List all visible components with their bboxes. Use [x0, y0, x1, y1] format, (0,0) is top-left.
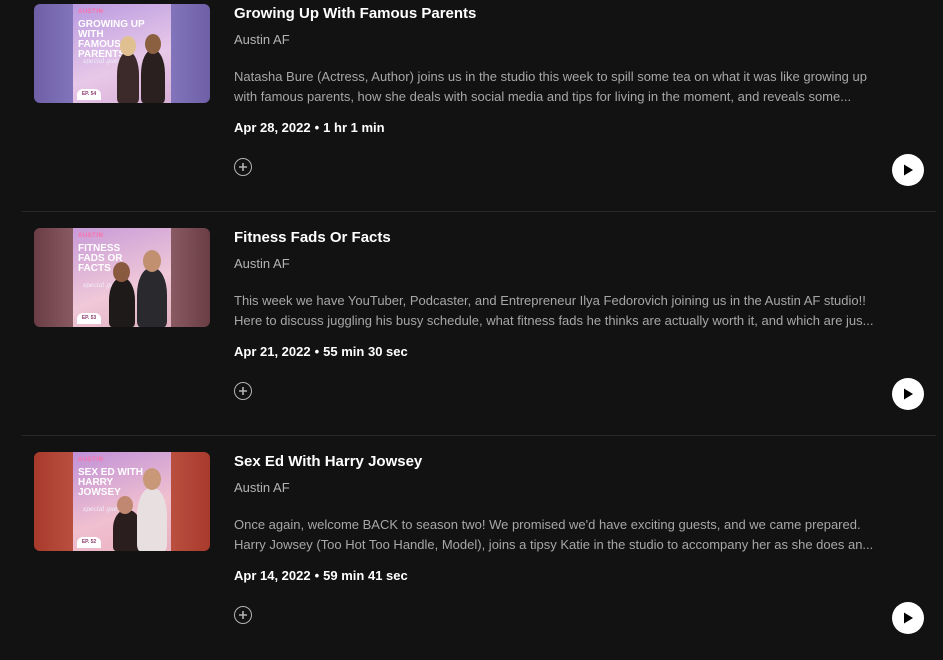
description-line: Harry Jowsey (Too Hot Too Handle, Model)…: [234, 537, 874, 552]
person-head: [117, 496, 133, 514]
episode-meta: Apr 21, 2022 • 55 min 30 sec: [234, 344, 408, 359]
description-line: This week we have YouTuber, Podcaster, a…: [234, 293, 866, 308]
description-line: with famous parents, how she deals with …: [234, 89, 852, 104]
cover-title: Growing Up With Famous Parents: [78, 19, 145, 60]
person-figure: [137, 488, 167, 551]
episode-title[interactable]: Sex Ed With Harry Jowsey: [234, 453, 422, 470]
person-figure: [109, 278, 135, 327]
play-icon[interactable]: [892, 378, 924, 410]
person-head: [145, 34, 161, 54]
plus-circle-icon[interactable]: [234, 382, 252, 400]
person-figure: [117, 52, 139, 103]
episode-meta: Apr 14, 2022 • 59 min 41 sec: [234, 568, 408, 583]
episode-row[interactable]: AUSTIN Fitness Fads Or Facts special gue…: [22, 212, 936, 436]
episode-thumbnail[interactable]: AUSTIN Fitness Fads Or Facts special gue…: [34, 228, 210, 327]
cover-brand: AUSTIN: [78, 457, 104, 463]
show-name[interactable]: Austin AF: [234, 32, 290, 47]
episode-description: Once again, welcome BACK to season two! …: [234, 515, 924, 555]
episode-description: Natasha Bure (Actress, Author) joins us …: [234, 67, 924, 107]
person-head: [143, 468, 161, 490]
episode-meta: Apr 28, 2022 • 1 hr 1 min: [234, 120, 385, 135]
release-date: Apr 21, 2022: [234, 344, 311, 359]
plus-circle-icon[interactable]: [234, 158, 252, 176]
episode-thumbnail[interactable]: AUSTIN Growing Up With Famous Parents sp…: [34, 4, 210, 103]
duration: 55 min 30 sec: [323, 344, 408, 359]
episode-number-badge: EP. 54: [77, 89, 101, 100]
person-head: [143, 250, 161, 272]
episode-row[interactable]: AUSTIN Sex Ed With Harry Jowsey special …: [22, 436, 936, 660]
cover-art: AUSTIN Growing Up With Famous Parents sp…: [73, 4, 171, 103]
play-icon[interactable]: [892, 602, 924, 634]
episode-description: This week we have YouTuber, Podcaster, a…: [234, 291, 924, 331]
episode-title[interactable]: Fitness Fads Or Facts: [234, 229, 391, 246]
cover-title: Sex Ed With Harry Jowsey: [78, 467, 144, 498]
description-line: Natasha Bure (Actress, Author) joins us …: [234, 69, 867, 84]
cover-brand: AUSTIN: [78, 233, 104, 239]
cover-art: AUSTIN Fitness Fads Or Facts special gue…: [73, 228, 171, 327]
show-name[interactable]: Austin AF: [234, 256, 290, 271]
person-figure: [141, 50, 165, 103]
duration: 1 hr 1 min: [323, 120, 385, 135]
episode-title[interactable]: Growing Up With Famous Parents: [234, 5, 476, 22]
meta-separator: •: [314, 120, 320, 135]
description-line: Once again, welcome BACK to season two! …: [234, 517, 861, 532]
cover-brand: AUSTIN: [78, 9, 104, 15]
person-figure: [137, 268, 167, 327]
cover-art: AUSTIN Sex Ed With Harry Jowsey special …: [73, 452, 171, 551]
episode-row[interactable]: AUSTIN Growing Up With Famous Parents sp…: [22, 0, 936, 212]
person-head: [120, 36, 136, 56]
meta-separator: •: [314, 344, 320, 359]
release-date: Apr 14, 2022: [234, 568, 311, 583]
show-name[interactable]: Austin AF: [234, 480, 290, 495]
episode-number-badge: EP. 52: [77, 537, 101, 548]
meta-separator: •: [314, 568, 320, 583]
plus-circle-icon[interactable]: [234, 606, 252, 624]
episode-thumbnail[interactable]: AUSTIN Sex Ed With Harry Jowsey special …: [34, 452, 210, 551]
duration: 59 min 41 sec: [323, 568, 408, 583]
cover-script: special guest: [83, 58, 123, 65]
release-date: Apr 28, 2022: [234, 120, 311, 135]
description-line: Here to discuss juggling his busy schedu…: [234, 313, 874, 328]
episode-number-badge: EP. 53: [77, 313, 101, 324]
play-icon[interactable]: [892, 154, 924, 186]
person-head: [113, 262, 130, 282]
